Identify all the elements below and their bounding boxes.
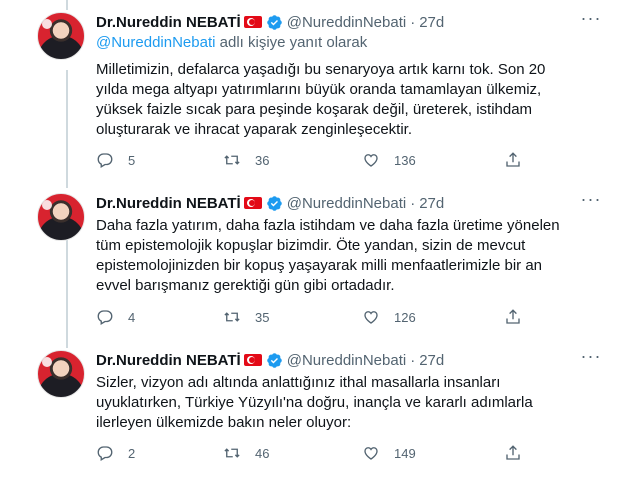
retweet-icon bbox=[224, 312, 240, 322]
turkey-flag-icon bbox=[243, 197, 262, 209]
like-count: 136 bbox=[394, 152, 416, 168]
turkey-flag-icon bbox=[243, 354, 262, 366]
tweet[interactable]: Dr.Nureddin NEBATİ @NureddinNebati · 27d… bbox=[0, 347, 640, 475]
separator-dot: · bbox=[410, 13, 416, 31]
avatar[interactable] bbox=[37, 350, 85, 398]
retweet-icon bbox=[224, 155, 240, 165]
tweet-actions: 4 35 126 bbox=[96, 308, 536, 330]
tweet-text: Daha fazla yatırım, daha fazla istihdam … bbox=[96, 217, 560, 294]
retweet-button[interactable]: 46 bbox=[223, 444, 269, 462]
timestamp[interactable]: 27d bbox=[419, 14, 444, 31]
verified-badge-icon bbox=[266, 14, 282, 30]
retweet-button[interactable]: 35 bbox=[223, 308, 269, 326]
separator-dot: · bbox=[410, 194, 416, 212]
tweet[interactable]: Dr.Nureddin NEBATİ @NureddinNebati · 27d… bbox=[0, 9, 640, 177]
author-handle[interactable]: @NureddinNebati bbox=[287, 195, 406, 212]
reply-icon bbox=[97, 310, 113, 325]
like-button[interactable]: 149 bbox=[362, 444, 416, 462]
avatar[interactable] bbox=[37, 193, 85, 241]
retweet-count: 36 bbox=[255, 152, 270, 168]
tweet-actions: 2 46 149 bbox=[96, 444, 536, 466]
share-icon bbox=[506, 152, 520, 167]
like-count: 149 bbox=[394, 445, 416, 461]
tweet-header: Dr.Nureddin NEBATİ @NureddinNebati · 27d bbox=[96, 350, 444, 370]
like-count: 126 bbox=[394, 309, 416, 325]
share-button[interactable] bbox=[504, 308, 522, 326]
reply-mention-link[interactable]: @NureddinNebati bbox=[96, 34, 215, 51]
author-name[interactable]: Dr.Nureddin NEBATİ bbox=[96, 195, 241, 212]
retweet-button[interactable]: 36 bbox=[223, 151, 269, 169]
thread-line bbox=[66, 0, 68, 10]
timestamp[interactable]: 27d bbox=[419, 352, 444, 369]
reply-icon bbox=[97, 446, 113, 461]
tweet-text: Milletimizin, defalarca yaşadığı bu sena… bbox=[96, 61, 546, 138]
turkey-flag-icon bbox=[243, 16, 262, 28]
author-name[interactable]: Dr.Nureddin NEBATİ bbox=[96, 352, 241, 369]
author-handle[interactable]: @NureddinNebati bbox=[287, 352, 406, 369]
more-icon[interactable]: ··· bbox=[580, 347, 602, 370]
like-icon bbox=[364, 154, 378, 167]
share-button[interactable] bbox=[504, 151, 522, 169]
author-handle[interactable]: @NureddinNebati bbox=[287, 14, 406, 31]
reply-button[interactable]: 2 bbox=[96, 444, 135, 462]
reply-context-label: adlı kişiye yanıt olarak bbox=[215, 34, 368, 51]
like-icon bbox=[364, 311, 378, 324]
share-icon bbox=[506, 309, 520, 324]
verified-badge-icon bbox=[266, 352, 282, 368]
reply-count: 5 bbox=[128, 152, 136, 168]
avatar[interactable] bbox=[37, 12, 85, 60]
tweet-actions: 5 36 136 bbox=[96, 151, 536, 173]
like-button[interactable]: 136 bbox=[362, 151, 416, 169]
reply-context: @NureddinNebati adlı kişiye yanıt olarak bbox=[96, 34, 367, 51]
tweet-header: Dr.Nureddin NEBATİ @NureddinNebati · 27d bbox=[96, 193, 444, 213]
tweet-header: Dr.Nureddin NEBATİ @NureddinNebati · 27d bbox=[96, 12, 444, 32]
share-icon bbox=[506, 445, 520, 460]
retweet-count: 46 bbox=[255, 445, 270, 461]
reply-button[interactable]: 5 bbox=[96, 151, 135, 169]
retweet-count: 35 bbox=[255, 309, 270, 325]
reply-icon bbox=[97, 153, 113, 168]
reply-button[interactable]: 4 bbox=[96, 308, 135, 326]
tweet-text: Sizler, vizyon adı altında anlattığınız … bbox=[96, 374, 533, 431]
more-icon[interactable]: ··· bbox=[580, 9, 602, 32]
author-name[interactable]: Dr.Nureddin NEBATİ bbox=[96, 14, 241, 31]
share-button[interactable] bbox=[504, 444, 522, 462]
reply-count: 2 bbox=[128, 445, 136, 461]
retweet-icon bbox=[224, 448, 240, 458]
separator-dot: · bbox=[410, 351, 416, 369]
tweet[interactable]: Dr.Nureddin NEBATİ @NureddinNebati · 27d… bbox=[0, 190, 640, 333]
like-button[interactable]: 126 bbox=[362, 308, 416, 326]
more-icon[interactable]: ··· bbox=[580, 190, 602, 213]
timestamp[interactable]: 27d bbox=[419, 195, 444, 212]
verified-badge-icon bbox=[266, 195, 282, 211]
reply-count: 4 bbox=[128, 309, 136, 325]
like-icon bbox=[364, 447, 378, 460]
